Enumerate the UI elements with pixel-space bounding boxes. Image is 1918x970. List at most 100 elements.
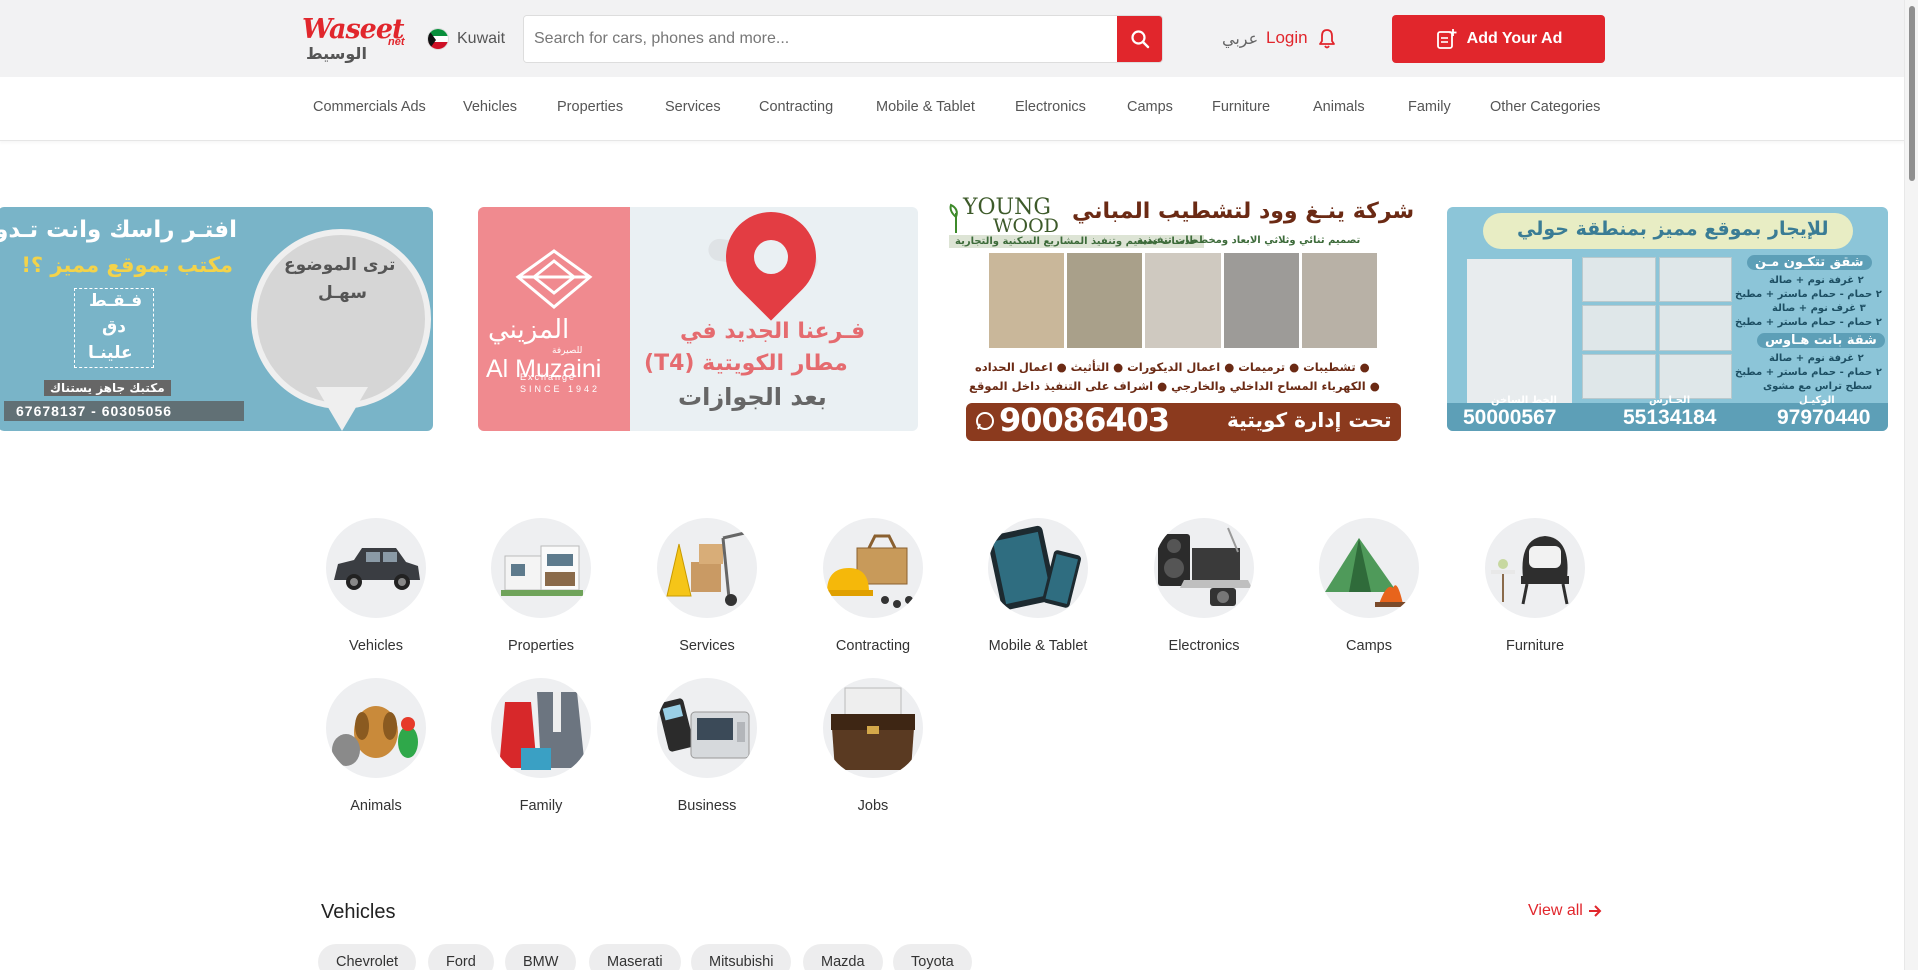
category-family[interactable]: Family xyxy=(471,678,611,814)
view-all-link[interactable]: View all xyxy=(1528,902,1603,920)
add-ad-label: Add Your Ad xyxy=(1466,30,1563,47)
banner-phones: 67678137 - 60305056 xyxy=(4,401,244,421)
banner-al-muzaini[interactable]: المزيني للصيرفة Al Muzaini Exchange SINC… xyxy=(478,207,918,431)
nav-item-camps[interactable]: Camps xyxy=(1127,99,1173,115)
banner-phone: 50000567 xyxy=(1463,406,1557,429)
banner-phone: 97970440 xyxy=(1777,406,1871,429)
language-toggle[interactable]: عربي xyxy=(1222,29,1258,48)
banner-text: شقق تتكـون مـن xyxy=(1747,255,1872,270)
banner-text: ٢ غرفة نوم + صالة xyxy=(1769,353,1864,364)
nav-item-electronics[interactable]: Electronics xyxy=(1015,99,1086,115)
scrollbar-thumb[interactable] xyxy=(1909,6,1915,181)
banner-text: ● تشطيبات ● ترميمات ● اعمال الديكورات ● … xyxy=(975,360,1370,374)
category-properties[interactable]: Properties xyxy=(471,518,611,654)
nav-item-animals[interactable]: Animals xyxy=(1313,99,1365,115)
banner-text: افتـر راسك وانت تـدور xyxy=(0,217,237,243)
section-title-vehicles: Vehicles xyxy=(321,901,396,923)
category-mobile-tablet[interactable]: Mobile & Tablet xyxy=(968,518,1108,654)
category-services[interactable]: Services xyxy=(637,518,777,654)
brand-chip-chevrolet[interactable]: Chevrolet xyxy=(318,944,417,970)
nav-item-mobile-tablet[interactable]: Mobile & Tablet xyxy=(876,99,975,115)
banner-text: ٣ غرف نوم + صالة xyxy=(1772,303,1866,314)
notification-bell-icon[interactable] xyxy=(1318,28,1336,55)
category-vehicles[interactable]: Vehicles xyxy=(306,518,446,654)
nav-item-properties[interactable]: Properties xyxy=(557,99,623,115)
logo-arabic: الوسيط xyxy=(306,44,367,63)
banner-text: للإيجار بموقع مميز بمنطقة حولي xyxy=(1517,218,1829,240)
banner-text: مكتبك جاهز يستناك xyxy=(44,380,171,396)
kuwait-flag-icon xyxy=(427,28,449,50)
whatsapp-icon xyxy=(976,412,994,430)
brand-chip-mitsubishi[interactable]: Mitsubishi xyxy=(691,944,792,970)
tent-campfire-icon xyxy=(1319,518,1419,618)
nav-item-other-categories[interactable]: Other Categories xyxy=(1490,99,1600,115)
arrow-right-icon xyxy=(1588,905,1602,917)
site-logo[interactable]: Waseet net الوسيط xyxy=(302,14,412,64)
banner-text: دق xyxy=(102,317,126,337)
banner-text: ٢ حمام - حمام ماستر + مطبخ xyxy=(1735,289,1882,300)
briefcase-icon xyxy=(823,678,923,778)
brand-chip-ford[interactable]: Ford xyxy=(428,944,494,970)
leaf-icon xyxy=(949,203,958,233)
banner-text: ● الكهرباء المساح الداخلي والخارجي ● اشر… xyxy=(969,379,1380,393)
category-label: Contracting xyxy=(835,638,911,654)
suv-car-icon xyxy=(326,518,426,618)
banner-phone: 55134184 xyxy=(1623,406,1717,429)
category-label: Properties xyxy=(507,638,575,654)
category-contracting[interactable]: Contracting xyxy=(803,518,943,654)
brand-chip-toyota[interactable]: Toyota xyxy=(893,944,972,970)
logo-net: net xyxy=(388,36,405,48)
add-ad-icon xyxy=(1436,29,1457,49)
category-camps[interactable]: Camps xyxy=(1299,518,1439,654)
house-icon xyxy=(491,518,591,618)
category-label: Electronics xyxy=(1168,638,1240,654)
category-nav: Commercials Ads Vehicles Properties Serv… xyxy=(0,77,1918,141)
banner-text: مطار الكويتية (T4) xyxy=(644,351,848,376)
country-selector[interactable]: Kuwait xyxy=(427,28,505,50)
nav-item-vehicles[interactable]: Vehicles xyxy=(463,99,517,115)
category-label: Services xyxy=(679,638,735,654)
category-jobs[interactable]: Jobs xyxy=(803,678,943,814)
banner-text: المزيني xyxy=(488,315,570,345)
banner-text: ٢ حمام - حمام ماستر + مطبخ xyxy=(1735,367,1882,378)
banner-office-ad[interactable]: افتـر راسك وانت تـدور مكتب بموقع مميز ؟!… xyxy=(0,207,433,431)
brand-chip-bmw[interactable]: BMW xyxy=(505,944,577,970)
search-input[interactable] xyxy=(524,16,1117,62)
category-furniture[interactable]: Furniture xyxy=(1465,518,1605,654)
clothing-icon xyxy=(491,678,591,778)
nav-item-contracting[interactable]: Contracting xyxy=(759,99,833,115)
banner-text: فـرعنا الجديد في xyxy=(680,319,866,344)
category-label: Family xyxy=(519,798,563,814)
pets-icon xyxy=(326,678,426,778)
brand-chip-maserati[interactable]: Maserati xyxy=(589,944,681,970)
nav-item-family[interactable]: Family xyxy=(1408,99,1451,115)
banner-text: WOOD xyxy=(993,215,1059,237)
nav-item-services[interactable]: Services xyxy=(665,99,721,115)
banner-text: فـقـط xyxy=(89,291,143,311)
category-label: Furniture xyxy=(1505,638,1565,654)
nav-item-commercials[interactable]: Commercials Ads xyxy=(313,99,426,115)
add-your-ad-button[interactable]: Add Your Ad xyxy=(1392,15,1605,63)
banner-text: مكتب بموقع مميز ؟! xyxy=(21,253,233,277)
toolbox-helmet-icon xyxy=(823,518,923,618)
banner-hawalli-rent[interactable]: للإيجار بموقع مميز بمنطقة حولي شقق تتكـو… xyxy=(1447,207,1888,431)
banner-young-wood[interactable]: YOUNG WOOD شركة ينـغ وود لتشطيب المباني … xyxy=(937,193,1427,441)
category-label: Animals xyxy=(350,798,402,814)
banner-text: الوكيـل xyxy=(1799,395,1835,406)
banner-phone: 90086403 xyxy=(999,401,1170,439)
page-scrollbar[interactable] xyxy=(1904,0,1918,970)
category-label: Mobile & Tablet xyxy=(988,638,1088,654)
brand-chip-mazda[interactable]: Mazda xyxy=(803,944,883,970)
category-business[interactable]: Business xyxy=(637,678,777,814)
login-link[interactable]: Login xyxy=(1266,28,1308,48)
banner-text: سطح تراس مع مشوى xyxy=(1763,381,1873,392)
search-button[interactable] xyxy=(1117,16,1162,62)
banner-text: بعد الجوازات xyxy=(678,383,827,411)
category-animals[interactable]: Animals xyxy=(306,678,446,814)
banner-text: تصميم ثنائي وثلاثي الابعاد ومخططات تنفيذ… xyxy=(1137,235,1361,246)
nav-item-furniture[interactable]: Furniture xyxy=(1212,99,1270,115)
category-electronics[interactable]: Electronics xyxy=(1134,518,1274,654)
laptop-speaker-icon xyxy=(1154,518,1254,618)
tablet-phone-icon xyxy=(988,518,1088,618)
country-label: Kuwait xyxy=(457,30,506,47)
